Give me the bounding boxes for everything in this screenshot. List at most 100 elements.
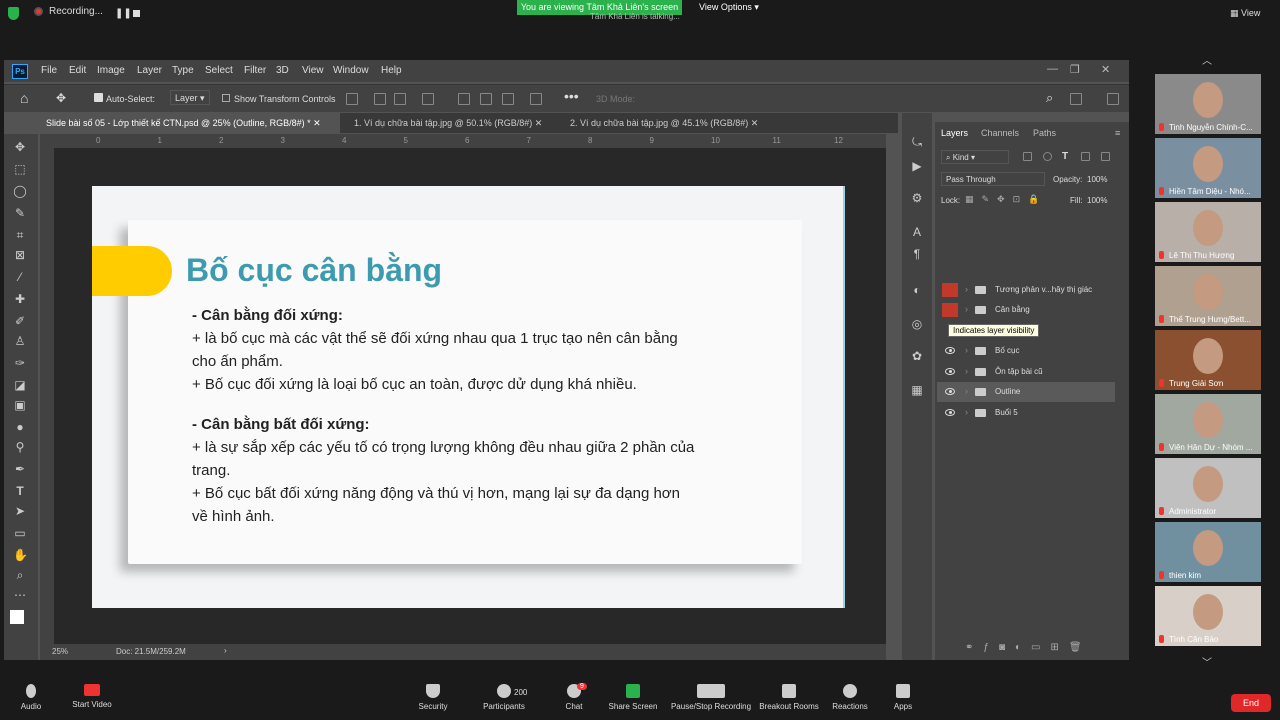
menu-select[interactable]: Select xyxy=(205,65,233,76)
close-tab-icon[interactable]: ✕ xyxy=(751,118,759,128)
hand-tool-icon[interactable]: ✋ xyxy=(13,548,28,562)
layer-row[interactable]: › Bố cục xyxy=(937,341,1115,361)
layer-row[interactable]: › Tương phản v...hây thị giác xyxy=(937,280,1115,300)
align-center-icon[interactable] xyxy=(374,93,386,105)
history-brush-icon[interactable]: ✑ xyxy=(13,356,27,370)
frame-tool-icon[interactable]: ⊠ xyxy=(13,248,27,262)
tab-layers[interactable]: Layers xyxy=(941,128,968,138)
paragraph-panel-icon[interactable]: ¶ xyxy=(910,247,924,261)
align-right-icon[interactable] xyxy=(394,93,406,105)
chevron-right-icon[interactable]: › xyxy=(965,284,968,294)
visibility-toggle[interactable] xyxy=(942,303,958,317)
fill-value[interactable]: 100% xyxy=(1087,196,1107,205)
healing-tool-icon[interactable]: ✚ xyxy=(13,292,27,306)
tab-example-1[interactable]: 1. Ví dụ chữa bài tập.jpg @ 50.1% (RGB/8… xyxy=(348,113,558,133)
path-select-icon[interactable]: ➤ xyxy=(13,504,27,518)
filter-smart-icon[interactable] xyxy=(1101,152,1110,161)
foreground-color-icon[interactable] xyxy=(10,610,24,624)
align-middle-icon[interactable] xyxy=(480,93,492,105)
type-tool-icon[interactable]: T xyxy=(13,484,27,498)
zoom-tool-icon[interactable]: ⌕ xyxy=(13,568,27,582)
crop-tool-icon[interactable]: ⌗ xyxy=(13,228,27,242)
search-icon[interactable]: ⌕ xyxy=(1046,90,1053,106)
menu-view[interactable]: View xyxy=(302,65,324,76)
pause-recording-button[interactable]: Pause/Stop Recording xyxy=(663,684,759,711)
restore-icon[interactable]: ❐ xyxy=(1070,63,1080,76)
more-options-icon[interactable]: ••• xyxy=(564,88,579,104)
stamp-tool-icon[interactable]: ♙ xyxy=(13,334,27,348)
eye-icon[interactable] xyxy=(945,409,955,416)
share-icon[interactable] xyxy=(1107,93,1119,105)
chevron-right-icon[interactable]: › xyxy=(965,345,968,355)
shape-tool-icon[interactable]: ▭ xyxy=(13,526,27,540)
align-top-icon[interactable] xyxy=(458,93,470,105)
eye-icon[interactable] xyxy=(945,368,955,375)
align-bottom-icon[interactable] xyxy=(502,93,514,105)
minimize-icon[interactable]: — xyxy=(1047,63,1058,75)
status-arrow-icon[interactable]: › xyxy=(224,646,227,655)
zoom-level[interactable]: 25% xyxy=(52,647,68,656)
layer-actions-bar[interactable]: ⚭ƒ◙◐▭⊞🗑 xyxy=(965,642,1092,653)
eye-icon[interactable] xyxy=(945,388,955,395)
filter-kind-dropdown[interactable]: ⌕ Kind ▾ xyxy=(941,150,1009,164)
menu-type[interactable]: Type xyxy=(172,65,194,76)
close-icon[interactable]: ✕ xyxy=(1101,63,1110,76)
eyedropper-tool-icon[interactable]: ⁄ xyxy=(13,270,27,284)
menu-layer[interactable]: Layer xyxy=(137,65,162,76)
filter-adjustment-icon[interactable] xyxy=(1043,152,1052,161)
grid-panel-icon[interactable]: ▦ xyxy=(910,383,924,397)
chevron-right-icon[interactable]: › xyxy=(965,407,968,417)
pen-tool-icon[interactable]: ✒ xyxy=(13,462,27,476)
participant-tile[interactable]: thien kim xyxy=(1155,522,1261,582)
menu-file[interactable]: File xyxy=(41,65,57,76)
menu-filter[interactable]: Filter xyxy=(244,65,266,76)
close-tab-icon[interactable]: ✕ xyxy=(313,118,321,128)
layer-row[interactable]: › Buổi 5 xyxy=(937,403,1115,423)
blend-mode-dropdown[interactable]: Pass Through xyxy=(941,172,1045,186)
tab-example-2[interactable]: 2. Ví dụ chữa bài tập.jpg @ 45.1% (RGB/8… xyxy=(564,113,774,133)
close-tab-icon[interactable]: ✕ xyxy=(535,118,543,128)
scroll-up-icon[interactable]: ︿ xyxy=(1202,52,1212,67)
eye-icon[interactable] xyxy=(945,347,955,354)
opacity-value[interactable]: 100% xyxy=(1087,175,1107,184)
dodge-tool-icon[interactable]: ⚲ xyxy=(13,440,27,454)
apps-button[interactable]: Apps xyxy=(863,684,943,711)
properties-icon[interactable]: ⚙ xyxy=(910,191,924,205)
character-panel-icon[interactable]: A xyxy=(910,225,924,239)
history-panel-icon[interactable]: ⤿ xyxy=(910,135,924,149)
participant-tile[interactable]: Hiền Tâm Diệu - Nhó... xyxy=(1155,138,1261,198)
layer-row[interactable]: › Cân bằng xyxy=(937,300,1115,320)
tab-slide-psd[interactable]: Slide bài số 05 - Lớp thiết kế CTN.psd @… xyxy=(40,113,340,133)
move-tool-icon[interactable]: ✥ xyxy=(56,91,66,105)
lasso-tool-icon[interactable]: ◯ xyxy=(13,184,27,198)
quick-select-tool-icon[interactable]: ✎ xyxy=(13,206,27,220)
chevron-right-icon[interactable]: › xyxy=(965,366,968,376)
start-video-button[interactable]: Start Video xyxy=(52,684,132,709)
home-icon[interactable]: ⌂ xyxy=(20,90,28,106)
participant-tile[interactable]: Tình Căn Bảo xyxy=(1155,586,1261,646)
more-tools-icon[interactable]: ⋯ xyxy=(13,588,27,602)
adjustments-icon[interactable]: ◐ xyxy=(910,283,924,297)
menu-window[interactable]: Window xyxy=(333,65,369,76)
tab-channels[interactable]: Channels xyxy=(981,128,1019,138)
menu-3d[interactable]: 3D xyxy=(276,65,289,76)
marquee-tool-icon[interactable]: ⬚ xyxy=(13,162,27,176)
view-button[interactable]: ▦ View xyxy=(1230,8,1260,19)
menu-help[interactable]: Help xyxy=(381,65,402,76)
pause-recording-icon[interactable]: ❚❚ xyxy=(115,8,132,19)
filter-shape-icon[interactable] xyxy=(1081,152,1090,161)
lock-icons[interactable]: ▦✎✥⊡🔒 xyxy=(965,194,1047,205)
participant-tile[interactable]: Viên Hân Dự - Nhóm ... xyxy=(1155,394,1261,454)
tab-paths[interactable]: Paths xyxy=(1033,128,1056,138)
layer-dropdown[interactable]: Layer ▾ xyxy=(170,90,210,105)
participants-button[interactable]: Participants 200 xyxy=(464,684,544,711)
gradient-tool-icon[interactable]: ▣ xyxy=(13,398,27,412)
participant-tile[interactable]: Thế Trung Hưng/Bett... xyxy=(1155,266,1261,326)
align-left-icon[interactable] xyxy=(346,93,358,105)
brush-tool-icon[interactable]: ✐ xyxy=(13,314,27,328)
layer-row[interactable]: › Outline xyxy=(937,382,1115,402)
eraser-tool-icon[interactable]: ◪ xyxy=(13,378,27,392)
styles-icon[interactable]: ✿ xyxy=(910,349,924,363)
distribute-vertical-icon[interactable] xyxy=(530,93,542,105)
participant-tile[interactable]: Trung Giải Sơn xyxy=(1155,330,1261,390)
